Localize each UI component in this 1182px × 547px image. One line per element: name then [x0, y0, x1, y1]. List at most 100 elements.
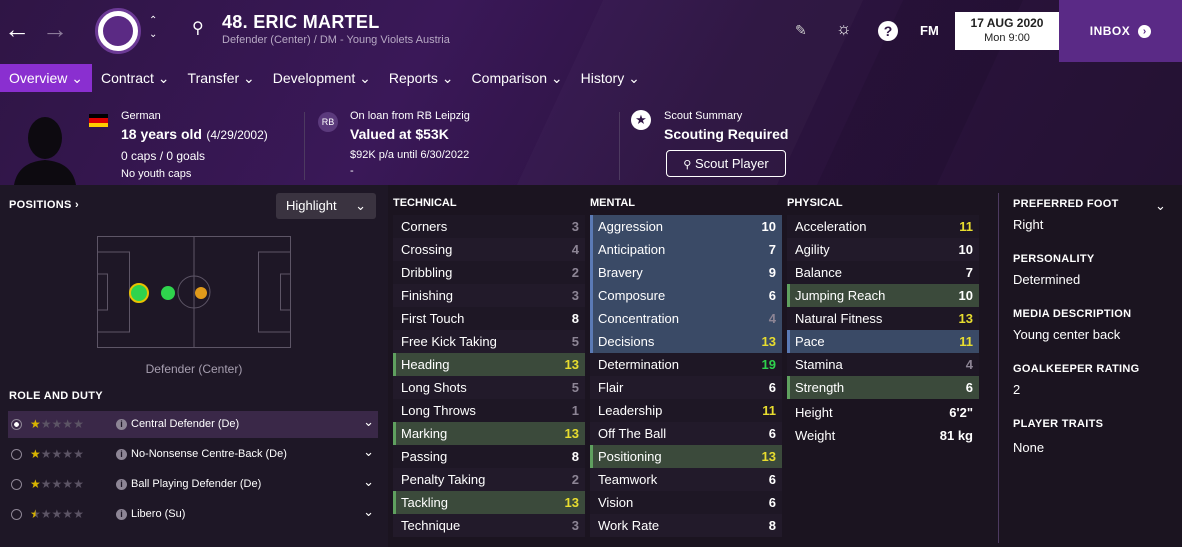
game-date[interactable]: 17 AUG 2020 Mon 9:00	[955, 12, 1059, 50]
attribute-row[interactable]: Passing 8	[393, 445, 585, 468]
chevron-down-icon[interactable]: ⌄	[1155, 198, 1166, 214]
club-crest[interactable]	[95, 8, 141, 54]
attribute-value: 2	[571, 265, 579, 280]
attribute-row[interactable]: Balance 7	[787, 261, 979, 284]
edit-pencil-icon[interactable]: ✎	[795, 22, 807, 39]
attribute-row[interactable]: Technique 3	[393, 514, 585, 537]
attribute-name: Corners	[401, 219, 448, 234]
value: Valued at $53K	[350, 126, 449, 142]
tab-overview[interactable]: Overview ⌄	[0, 64, 92, 92]
attribute-value: 1	[571, 403, 579, 418]
attribute-row[interactable]: First Touch 8	[393, 307, 585, 330]
role-row[interactable]: ★★★★★ i Libero (Su) ⌄	[8, 501, 378, 528]
attribute-row[interactable]: Tackling 13	[393, 491, 585, 514]
tab-transfer[interactable]: Transfer ⌄	[179, 64, 264, 92]
inbox-label: INBOX	[1089, 24, 1131, 38]
role-row[interactable]: ★★★★★ i Ball Playing Defender (De) ⌄	[8, 471, 378, 498]
attribute-row[interactable]: Stamina 4	[787, 353, 979, 376]
positions-title[interactable]: POSITIONS ›	[9, 199, 79, 211]
attribute-name: Passing	[401, 449, 448, 464]
tab-comparison[interactable]: Comparison ⌄	[463, 64, 572, 92]
tab-reports[interactable]: Reports ⌄	[380, 64, 463, 92]
attribute-value: 8	[571, 449, 579, 464]
attribute-row[interactable]: Agility 10	[787, 238, 979, 261]
scout-player-button[interactable]: ⚲ Scout Player	[666, 150, 786, 177]
forward-arrow-icon[interactable]: →	[42, 16, 68, 42]
attribute-row[interactable]: Vision 6	[590, 491, 782, 514]
attribute-row[interactable]: Aggression 10	[590, 215, 782, 238]
attribute-row[interactable]: Flair 6	[590, 376, 782, 399]
search-icon[interactable]: ⚲	[192, 18, 204, 38]
position-dm-marker[interactable]	[161, 286, 175, 300]
chevron-down-icon[interactable]: ⌄	[363, 498, 374, 525]
position-mc-marker[interactable]	[195, 287, 207, 299]
attribute-row[interactable]: Pace 11	[787, 330, 979, 353]
scout-status: Scouting Required	[664, 126, 789, 142]
attribute-name: Anticipation	[598, 242, 666, 257]
attribute-row[interactable]: Composure 6	[590, 284, 782, 307]
chevron-down-icon[interactable]: ⌄	[363, 438, 374, 465]
attribute-row[interactable]: Dribbling 2	[393, 261, 585, 284]
attribute-row[interactable]: Teamwork 6	[590, 468, 782, 491]
scout-button-label: Scout Player	[694, 156, 769, 171]
attribute-row[interactable]: Acceleration 11	[787, 215, 979, 238]
attribute-row[interactable]: Concentration 4	[590, 307, 782, 330]
chevron-down-icon[interactable]: ⌄	[363, 408, 374, 435]
attribute-row[interactable]: Anticipation 7	[590, 238, 782, 261]
info-icon[interactable]: i	[116, 449, 127, 460]
attribute-row[interactable]: Long Shots 5	[393, 376, 585, 399]
attribute-row[interactable]: Heading 13	[393, 353, 585, 376]
globe-icon[interactable]: ☼	[836, 19, 852, 39]
attribute-row[interactable]: Finishing 3	[393, 284, 585, 307]
crest-switch-icon[interactable]: ⌃ ⌄	[149, 14, 157, 42]
position-name: Defender (Center)	[145, 362, 243, 376]
role-stars: ★★★★★	[30, 501, 84, 529]
fm-menu-button[interactable]: FM	[920, 23, 939, 38]
radio-icon[interactable]	[11, 479, 22, 490]
highlight-dropdown[interactable]: Highlight ⌄	[276, 193, 376, 219]
attribute-row[interactable]: Decisions 13	[590, 330, 782, 353]
attribute-value: 13	[761, 334, 776, 349]
info-icon[interactable]: i	[116, 509, 127, 520]
attribute-row[interactable]: Marking 13	[393, 422, 585, 445]
attribute-name: Marking	[401, 426, 448, 441]
star-icon: ★	[30, 447, 41, 461]
radio-icon[interactable]	[11, 449, 22, 460]
chevron-down-icon[interactable]: ⌄	[363, 468, 374, 495]
tab-contract[interactable]: Contract ⌄	[92, 64, 179, 92]
role-row[interactable]: ★★★★★ i Central Defender (De) ⌄	[8, 411, 378, 438]
role-row[interactable]: ★★★★★ i No-Nonsense Centre-Back (De) ⌄	[8, 441, 378, 468]
attribute-row[interactable]: Off The Ball 6	[590, 422, 782, 445]
back-arrow-icon[interactable]: ←	[4, 16, 30, 42]
inbox-button[interactable]: INBOX ›	[1059, 0, 1182, 62]
star-icon: ★	[62, 447, 74, 461]
attribute-row[interactable]: Strength 6	[787, 376, 979, 399]
position-dc-marker[interactable]	[129, 283, 149, 303]
tab-history[interactable]: History ⌄	[572, 64, 649, 92]
attribute-name: Long Shots	[401, 380, 467, 395]
attribute-row[interactable]: Work Rate 8	[590, 514, 782, 537]
attribute-row[interactable]: Determination 19	[590, 353, 782, 376]
star-icon: ★	[62, 477, 74, 491]
loan-label: On loan from RB Leipzig	[350, 110, 470, 122]
star-icon: ★	[73, 477, 84, 491]
help-icon[interactable]: ?	[878, 21, 898, 41]
attribute-row[interactable]: Penalty Taking 2	[393, 468, 585, 491]
attribute-row[interactable]: Natural Fitness 13	[787, 307, 979, 330]
attribute-name: Balance	[795, 265, 842, 280]
physical-column: PHYSICAL Acceleration 11 Agility 10 Balance 7…	[787, 197, 979, 447]
attribute-row[interactable]: Jumping Reach 10	[787, 284, 979, 307]
attribute-row[interactable]: Positioning 13	[590, 445, 782, 468]
attribute-row[interactable]: Crossing 4	[393, 238, 585, 261]
attribute-row[interactable]: Free Kick Taking 5	[393, 330, 585, 353]
divider	[998, 193, 999, 543]
attribute-row[interactable]: Leadership 11	[590, 399, 782, 422]
radio-icon[interactable]	[11, 419, 22, 430]
info-icon[interactable]: i	[116, 479, 127, 490]
radio-icon[interactable]	[11, 509, 22, 520]
attribute-row[interactable]: Corners 3	[393, 215, 585, 238]
attribute-row[interactable]: Bravery 9	[590, 261, 782, 284]
tab-development[interactable]: Development ⌄	[264, 64, 380, 92]
attribute-row[interactable]: Long Throws 1	[393, 399, 585, 422]
info-icon[interactable]: i	[116, 419, 127, 430]
